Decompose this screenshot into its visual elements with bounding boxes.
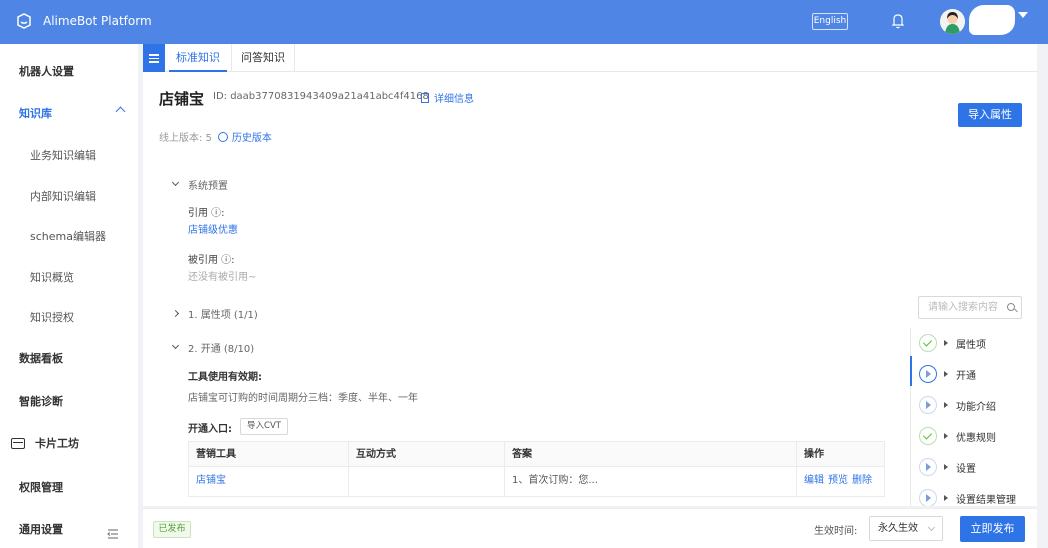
nav-step-discount-rules[interactable]: 优惠规则 (919, 427, 996, 445)
section-system-preset[interactable]: 系统预置 (171, 177, 228, 192)
edit-link[interactable]: 编辑 (804, 475, 824, 486)
reference-value-link[interactable]: 店铺级优惠 (188, 221, 238, 236)
check-circle-icon (919, 427, 937, 445)
answer-cell: 1、首次订购：您... (512, 475, 598, 486)
referenced-by-value: 还没有被引用~ (188, 272, 257, 283)
sidebar-item-card-workshop[interactable]: 卡片工坊 (0, 428, 138, 458)
column-header: 营销工具 (196, 449, 236, 460)
tool-validity-desc: 店铺宝可订购的时间周期分三档：季度、半年、一年 (188, 393, 418, 404)
sidebar-item-dashboard[interactable]: 数据看板 (0, 343, 138, 373)
footer-bar: 已发布 生效时间: 永久生效 立即发布 (143, 508, 1037, 548)
import-attributes-button[interactable]: 导入属性 (958, 103, 1022, 127)
detail-info-link[interactable]: 详细信息 (421, 90, 474, 105)
caret-right-icon (944, 402, 948, 408)
clock-icon (217, 131, 228, 142)
avatar[interactable] (940, 9, 965, 34)
section-navigator: 属性项 开通 功能介绍 优惠规则 设置 设置结果管理 (910, 324, 1037, 506)
chevron-up-icon (115, 106, 126, 117)
sidebar-item-diagnosis[interactable]: 智能诊断 (0, 386, 138, 416)
table-row: 店铺宝 1、首次订购：您... 编辑 预览 删除 (188, 467, 885, 497)
sidebar: 机器人设置 知识库 业务知识编辑 内部知识编辑 schema编辑器 知识概览 知… (0, 44, 138, 548)
sidebar-item-knowledge-base[interactable]: 知识库 (0, 98, 138, 128)
search-input[interactable]: 请输入搜索内容 (918, 296, 1022, 319)
tool-name-link[interactable]: 店铺宝 (189, 467, 226, 495)
main-panel: 标准知识 问答知识 店铺宝 ID: daab3770831943409a21a4… (143, 44, 1037, 506)
sidebar-item-internal-knowledge[interactable]: 内部知识编辑 (0, 181, 138, 211)
tab-bar: 标准知识 问答知识 (143, 44, 1037, 72)
delete-link[interactable]: 删除 (852, 475, 872, 486)
card-icon (11, 437, 25, 449)
open-entry-label: 开通入口: (188, 424, 232, 435)
app-logo[interactable]: AlimeBot Platform (14, 11, 152, 31)
check-circle-icon (919, 334, 937, 352)
reference-label: 引用 ⓘ: (188, 208, 225, 219)
navigator-track (910, 328, 911, 506)
play-circle-icon (919, 458, 937, 476)
play-circle-icon (919, 396, 937, 414)
nav-step-open[interactable]: 开通 (919, 365, 976, 383)
chevron-down-icon (171, 341, 180, 350)
bot-logo-icon (17, 13, 31, 29)
nav-step-settings-result[interactable]: 设置结果管理 (919, 489, 1016, 506)
sidebar-item-robot-settings[interactable]: 机器人设置 (0, 56, 138, 86)
top-bar: AlimeBot Platform English (0, 0, 1048, 44)
bell-icon[interactable] (890, 12, 906, 30)
publish-button[interactable]: 立即发布 (960, 516, 1025, 542)
play-circle-icon (919, 489, 937, 506)
effective-time-select[interactable]: 永久生效 (869, 516, 943, 541)
navigator-active-indicator (910, 356, 912, 386)
nav-step-attributes[interactable]: 属性项 (919, 334, 986, 352)
column-header: 答案 (512, 449, 532, 460)
preview-link[interactable]: 预览 (828, 475, 848, 486)
menu-toggle-icon[interactable] (143, 44, 165, 72)
sidebar-item-knowledge-auth[interactable]: 知识授权 (0, 302, 138, 332)
search-icon[interactable] (1007, 303, 1015, 311)
chevron-down-icon (171, 178, 180, 187)
status-badge: 已发布 (153, 521, 191, 538)
column-header: 操作 (804, 449, 824, 460)
sidebar-item-permissions[interactable]: 权限管理 (0, 472, 138, 502)
column-header: 互动方式 (356, 449, 396, 460)
chevron-down-icon (927, 523, 936, 532)
user-menu-caret-icon[interactable] (1018, 12, 1028, 18)
caret-right-icon (944, 464, 948, 470)
tool-validity-label: 工具使用有效期: (188, 372, 262, 383)
operations-cell: 编辑 预览 删除 (797, 467, 876, 495)
online-version: 线上版本: 5 (159, 133, 212, 144)
nav-step-settings[interactable]: 设置 (919, 458, 976, 476)
collapse-sidebar-icon[interactable] (107, 529, 119, 539)
page-title: 店铺宝 (159, 90, 205, 108)
sidebar-item-schema-editor[interactable]: schema编辑器 (0, 221, 138, 251)
table-header: 营销工具 互动方式 答案 操作 (188, 441, 885, 467)
caret-right-icon (944, 340, 948, 346)
import-cvt-button[interactable]: 导入CVT (240, 418, 288, 435)
version-line: 线上版本: 5 历史版本 (159, 129, 272, 144)
section-open[interactable]: 2. 开通 (8/10) (171, 340, 254, 355)
effective-time-label: 生效时间: (814, 526, 858, 537)
nav-step-feature-intro[interactable]: 功能介绍 (919, 396, 996, 414)
chevron-right-icon (171, 309, 180, 318)
section-attributes[interactable]: 1. 属性项 (1/1) (171, 306, 258, 321)
app-title: AlimeBot Platform (43, 14, 152, 28)
caret-right-icon (944, 495, 948, 501)
knowledge-id: ID: daab3770831943409a21a41abc4f4168 (213, 91, 429, 102)
play-circle-icon (919, 365, 937, 383)
history-version-link[interactable]: 历史版本 (217, 129, 272, 144)
sidebar-item-business-knowledge[interactable]: 业务知识编辑 (0, 140, 138, 170)
sidebar-item-knowledge-overview[interactable]: 知识概览 (0, 262, 138, 292)
document-icon (421, 92, 429, 103)
language-switch-button[interactable]: English (812, 13, 848, 30)
caret-right-icon (944, 433, 948, 439)
user-name-redacted[interactable] (969, 5, 1015, 35)
referenced-by-label: 被引用 ⓘ: (188, 255, 235, 266)
user-avatar-icon (940, 9, 965, 34)
caret-right-icon (944, 371, 948, 377)
tab-standard-knowledge[interactable]: 标准知识 (169, 44, 227, 72)
tab-qa-knowledge[interactable]: 问答知识 (231, 44, 295, 72)
interaction-mode-cell (349, 467, 356, 495)
